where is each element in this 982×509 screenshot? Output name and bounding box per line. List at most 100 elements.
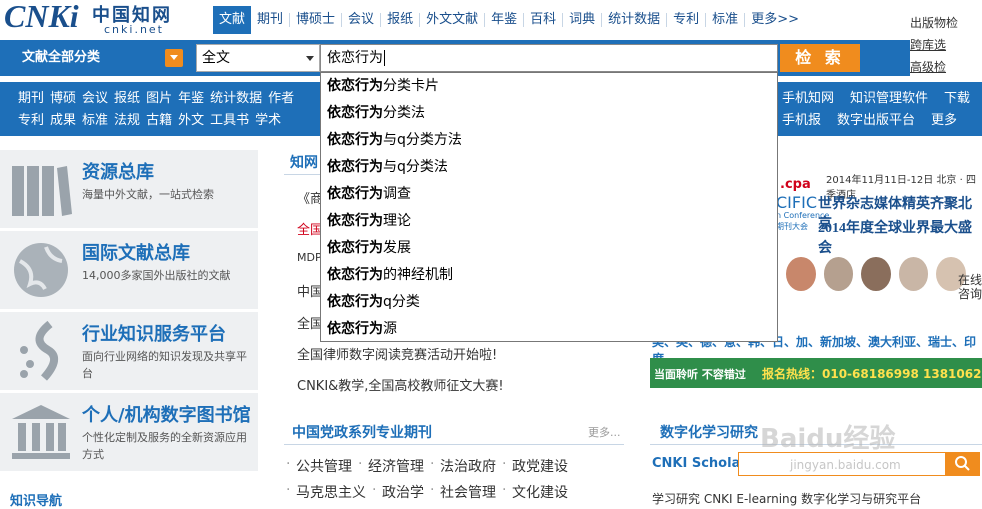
tag-link[interactable]: 社会管理 — [430, 482, 504, 502]
nav2-link[interactable]: 手机报 — [782, 110, 821, 132]
top-nav-item[interactable]: 专利 — [667, 6, 705, 34]
resource-title: 个人/机构数字图书馆 — [82, 405, 251, 426]
ad-cpa: .cpa — [780, 177, 811, 192]
suggestion-rest: 与q分类法 — [383, 159, 448, 175]
more-link[interactable]: 更多... — [588, 424, 621, 440]
suggestion-rest: 的神经机制 — [383, 267, 453, 283]
suggestion-rest: 调查 — [383, 186, 411, 202]
suggestion-rest: 源 — [383, 321, 397, 337]
top-nav-item[interactable]: 统计数据 — [602, 6, 666, 34]
top-nav-item[interactable]: 报纸 — [381, 6, 419, 34]
ad-cific: CIFIC — [776, 193, 817, 212]
online-consult[interactable]: 在线咨询 — [958, 273, 982, 301]
top-nav-item[interactable]: 标准 — [706, 6, 744, 34]
suggestion-item[interactable]: 依恋行为与q分类法 — [321, 154, 777, 181]
suggestion-item[interactable]: 依恋行为的神经机制 — [321, 262, 777, 289]
resource-desc: 14,000多家国外出版社的文献 — [82, 269, 231, 282]
tag-link[interactable]: 政党建设 — [502, 456, 576, 476]
resource-title: 资源总库 — [82, 162, 154, 183]
suggestion-item[interactable]: 依恋行为发展 — [321, 235, 777, 262]
nav2-link[interactable]: 年鉴 — [178, 88, 204, 110]
nav2-link[interactable]: 作者 — [268, 88, 294, 110]
nav2-link[interactable]: 知识管理软件 — [850, 88, 928, 110]
suggestion-item[interactable]: 依恋行为q分类 — [321, 289, 777, 316]
suggestion-item[interactable]: 依恋行为调查 — [321, 181, 777, 208]
ad-green-left: 当面聆听 不容错过 — [654, 368, 746, 381]
nav2-link[interactable]: 古籍 — [146, 110, 172, 132]
category-selector[interactable]: 文献全部分类 — [0, 40, 190, 76]
nav2-right-row2: 手机报 数字出版平台 更多 — [782, 110, 957, 132]
suggestion-item[interactable]: 依恋行为分类卡片 — [321, 73, 777, 100]
search-button[interactable]: 检 索 — [780, 44, 860, 72]
nav2-link[interactable]: 外文 — [178, 110, 204, 132]
resource-digital-library[interactable]: 个人/机构数字图书馆 个性化定制及服务的全新资源应用方式 — [0, 393, 258, 471]
suggestion-match: 依恋行为 — [327, 105, 383, 121]
top-nav-item[interactable]: 期刊 — [251, 6, 289, 34]
publication-search-link[interactable]: 出版物检 — [910, 12, 958, 34]
suggestion-item[interactable]: 依恋行为与q分类方法 — [321, 127, 777, 154]
cross-db-link[interactable]: 跨库选 — [910, 34, 958, 56]
resource-international[interactable]: 国际文献总库 14,000多家国外出版社的文献 — [0, 231, 258, 309]
nav2-link[interactable]: 更多 — [931, 110, 957, 132]
search-field-select[interactable]: 全文 — [196, 44, 320, 72]
nav2-link[interactable]: 数字出版平台 — [837, 110, 915, 132]
nav2-link[interactable]: 工具书 — [210, 110, 249, 132]
suggestion-item[interactable]: 依恋行为理论 — [321, 208, 777, 235]
nav2-link[interactable]: 手机知网 — [782, 88, 834, 110]
advanced-search-link[interactable]: 高级检 — [910, 56, 958, 78]
top-nav-item[interactable]: 词典 — [563, 6, 601, 34]
resource-industry[interactable]: 行业知识服务平台 面向行业网络的知识发现及共享平台 — [0, 312, 258, 390]
top-nav-item[interactable]: 文献 — [213, 6, 252, 34]
suggestion-item[interactable]: 依恋行为源 — [321, 316, 777, 343]
nav2-link[interactable]: 下载 — [944, 88, 970, 110]
logo-text: CNKi — [4, 0, 79, 34]
suggestion-match: 依恋行为 — [327, 78, 383, 94]
news-item[interactable]: MDP — [297, 251, 322, 264]
cnki-logo[interactable]: CNKi 中国知网 cnki.net — [0, 0, 200, 38]
tag-row: 马克思主义政治学社会管理文化建设 — [286, 482, 576, 502]
ad-hotline: 报名热线：010-68186998 13810625436 — [762, 367, 982, 381]
books-icon — [12, 166, 72, 216]
news-item[interactable]: 全国律师数字阅读竞赛活动开始啦! — [297, 344, 497, 363]
tag-link[interactable]: 法治政府 — [430, 456, 504, 476]
nav2-link[interactable]: 标准 — [82, 110, 108, 132]
top-nav-item[interactable]: 外文文献 — [420, 6, 484, 34]
nav2-link[interactable]: 博硕 — [50, 88, 76, 110]
resource-total-library[interactable]: 资源总库 海量中外文献，一站式检索 — [0, 150, 258, 228]
suggestion-rest: 与q分类方法 — [383, 132, 462, 148]
top-nav-item[interactable]: 更多>> — [745, 6, 805, 34]
right-bottom-line[interactable]: 学习研究 CNKI E-learning 数字化学习与研究平台 — [652, 490, 921, 507]
tag-link[interactable]: 文化建设 — [502, 482, 576, 502]
nav2-link[interactable]: 学术 — [255, 110, 281, 132]
top-nav-item[interactable]: 博硕士 — [290, 6, 341, 34]
suggestion-item[interactable]: 依恋行为分类法 — [321, 100, 777, 127]
nav2-link[interactable]: 图片 — [146, 88, 172, 110]
scholar-label: CNKI Scholar — [652, 456, 747, 471]
tag-link[interactable]: 经济管理 — [358, 456, 432, 476]
speaker-avatars — [786, 257, 966, 291]
top-nav-item[interactable]: 会议 — [342, 6, 380, 34]
autocomplete-dropdown: 依恋行为分类卡片 依恋行为分类法 依恋行为与q分类方法 依恋行为与q分类法 依恋行为调查… — [320, 72, 778, 342]
scholar-search-button[interactable] — [946, 452, 980, 476]
top-nav-item[interactable]: 年鉴 — [485, 6, 523, 34]
tag-link[interactable]: 政治学 — [372, 482, 432, 502]
nav2-link[interactable]: 报纸 — [114, 88, 140, 110]
nav2-link[interactable]: 成果 — [50, 110, 76, 132]
nav2-link[interactable]: 法规 — [114, 110, 140, 132]
nav2-link[interactable]: 统计数据 — [210, 88, 262, 110]
avatar — [823, 257, 854, 291]
avatar — [861, 257, 891, 291]
suggestion-match: 依恋行为 — [327, 240, 383, 256]
tag-link[interactable]: 马克思主义 — [286, 482, 374, 502]
top-nav-item[interactable]: 百科 — [524, 6, 562, 34]
tag-link[interactable]: 公共管理 — [286, 456, 360, 476]
resource-title: 国际文献总库 — [82, 243, 190, 264]
news-item[interactable]: CNKI&教学,全国高校教师征文大赛! — [297, 375, 504, 394]
nav2-link[interactable]: 会议 — [82, 88, 108, 110]
nav2-link[interactable]: 专利 — [18, 110, 44, 132]
search-input[interactable]: 依恋行为 — [320, 44, 778, 72]
tag-row: 公共管理经济管理法治政府政党建设 — [286, 456, 576, 476]
chevron-down-icon[interactable] — [165, 49, 183, 67]
section-head: 数字化学习研究 — [660, 425, 758, 441]
nav2-link[interactable]: 期刊 — [18, 88, 44, 110]
